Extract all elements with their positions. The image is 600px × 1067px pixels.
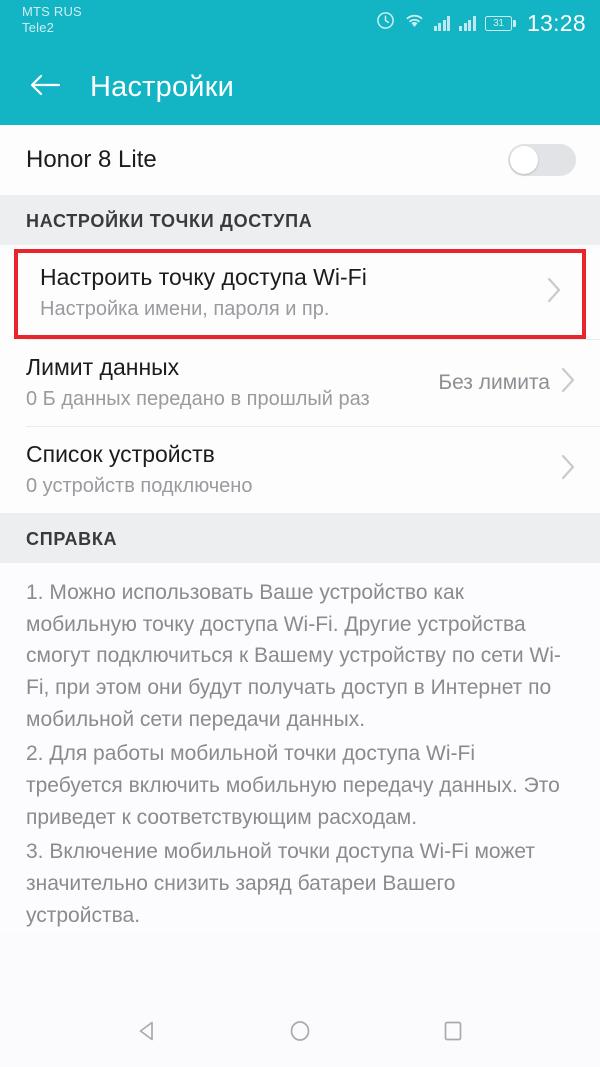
list-item-trailing bbox=[548, 453, 576, 486]
hotspot-toggle-row[interactable]: Honor 8 Lite bbox=[0, 125, 600, 195]
hotspot-name-label: Honor 8 Lite bbox=[26, 146, 157, 173]
list-item-title: Настроить точку доступа Wi-Fi bbox=[40, 264, 367, 290]
nav-recents-icon bbox=[440, 1018, 466, 1049]
nav-recents-button[interactable] bbox=[423, 1004, 483, 1064]
list-item-title: Список устройств bbox=[26, 440, 215, 467]
alarm-icon bbox=[376, 11, 395, 35]
chevron-right-icon bbox=[560, 366, 576, 399]
carrier-label-1: MTS RUS bbox=[22, 4, 82, 19]
list-item-text: Лимит данных 0 Б данных передано в прошл… bbox=[26, 353, 426, 413]
help-paragraph-2: 2. Для работы мобильной точки доступа Wi… bbox=[26, 742, 560, 830]
navigation-bar bbox=[0, 1000, 600, 1067]
app-bar: Настройки bbox=[0, 50, 600, 125]
back-button[interactable] bbox=[28, 71, 62, 105]
data-limit-item[interactable]: Лимит данных 0 Б данных передано в прошл… bbox=[0, 340, 600, 426]
status-bar: MTS RUS Tele2 31 13:28 bbox=[0, 0, 600, 50]
help-paragraph-1: 1. Можно использовать Ваше устройство ка… bbox=[26, 580, 561, 732]
nav-back-button[interactable] bbox=[117, 1004, 177, 1064]
list-item-text: Настроить точку доступа Wi-Fi Настройка … bbox=[40, 263, 534, 323]
status-bar-clock: 13:28 bbox=[526, 9, 586, 36]
toggle-knob bbox=[510, 146, 538, 174]
signal-icon bbox=[433, 15, 451, 31]
battery-level: 31 bbox=[493, 17, 504, 29]
carrier-labels: MTS RUS Tele2 bbox=[22, 4, 82, 37]
nav-back-icon bbox=[134, 1018, 160, 1049]
configure-hotspot-item[interactable]: Настроить точку доступа Wi-Fi Настройка … bbox=[14, 249, 586, 339]
data-limit-value: Без лимита bbox=[438, 370, 550, 394]
help-paragraph-3: 3. Включение мобильной точки доступа Wi-… bbox=[26, 839, 535, 927]
list-item-trailing: Без лимита bbox=[426, 366, 576, 399]
nav-home-icon bbox=[287, 1018, 313, 1049]
chevron-right-icon bbox=[546, 276, 562, 309]
list-item-title: Лимит данных bbox=[26, 353, 180, 380]
hotspot-toggle-switch[interactable] bbox=[508, 144, 576, 176]
nav-home-button[interactable] bbox=[270, 1004, 330, 1064]
page-title: Настройки bbox=[90, 71, 234, 103]
status-icons: 31 13:28 bbox=[376, 4, 586, 35]
section-header-help: СПРАВКА bbox=[0, 512, 600, 563]
help-header-label: СПРАВКА bbox=[26, 528, 118, 549]
section-header-label: НАСТРОЙКИ ТОЧКИ ДОСТУПА bbox=[26, 211, 313, 231]
settings-content: Honor 8 Lite НАСТРОЙКИ ТОЧКИ ДОСТУПА Нас… bbox=[0, 125, 600, 932]
list-item-text: Список устройств 0 устройств подключено bbox=[26, 440, 548, 500]
chevron-right-icon bbox=[560, 453, 576, 486]
help-text-block: 1. Можно использовать Ваше устройство ка… bbox=[0, 562, 600, 932]
device-list-item[interactable]: Список устройств 0 устройств подключено bbox=[0, 427, 600, 513]
hotspot-settings-list: Настроить точку доступа Wi-Fi Настройка … bbox=[0, 249, 600, 513]
list-item-subtitle: 0 Б данных передано в прошлый раз bbox=[26, 387, 370, 410]
section-header-hotspot-settings: НАСТРОЙКИ ТОЧКИ ДОСТУПА bbox=[0, 195, 600, 245]
signal-icon bbox=[459, 15, 476, 31]
list-item-trailing bbox=[534, 276, 562, 309]
battery-icon: 31 bbox=[484, 15, 516, 31]
arrow-back-icon bbox=[29, 72, 61, 103]
carrier-label-2: Tele2 bbox=[22, 20, 55, 36]
wifi-icon bbox=[404, 12, 425, 34]
phone-screen: MTS RUS Tele2 31 13:28 Настройки Honor 8… bbox=[0, 0, 600, 1067]
list-item-subtitle: Настройка имени, пароля и пр. bbox=[40, 297, 330, 320]
list-item-subtitle: 0 устройств подключено bbox=[26, 474, 253, 497]
